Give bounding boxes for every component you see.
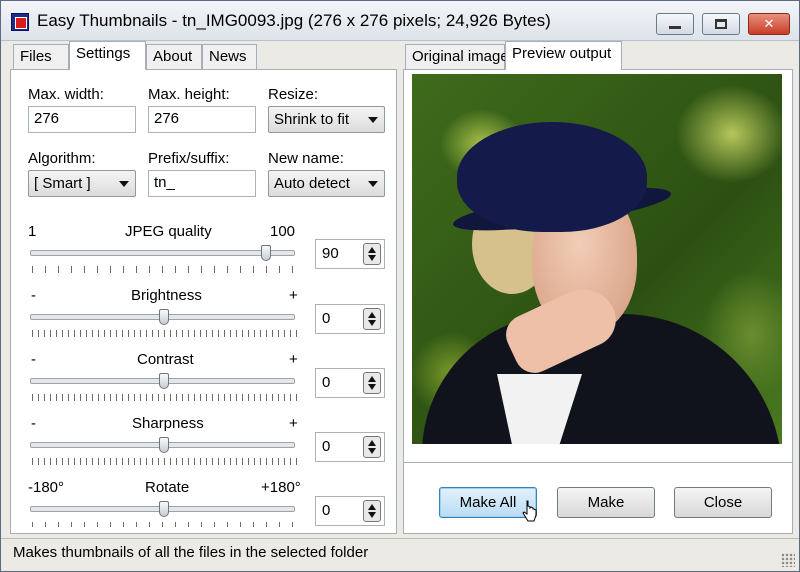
- prefix-label: Prefix/suffix:: [148, 150, 230, 167]
- spinner-arrows-icon[interactable]: [363, 372, 381, 394]
- rotate-max-label: +180°: [261, 479, 301, 496]
- sharpness-thumb[interactable]: [159, 437, 169, 453]
- new-name-label: New name:: [268, 150, 344, 167]
- maximize-icon: [715, 19, 727, 29]
- contrast-thumb[interactable]: [159, 373, 169, 389]
- new-name-select[interactable]: Auto detect: [268, 170, 385, 197]
- app-window: Easy Thumbnails - tn_IMG0093.jpg (276 x …: [0, 0, 800, 572]
- max-width-input[interactable]: 276: [28, 106, 136, 133]
- tab-news[interactable]: News: [202, 44, 257, 69]
- resize-select[interactable]: Shrink to fit: [268, 106, 385, 133]
- resize-grip-icon[interactable]: [781, 553, 795, 567]
- rotate-spinner[interactable]: 0: [315, 496, 385, 526]
- contrast-min-label: -: [31, 351, 36, 368]
- jpeg-quality-label: JPEG quality: [125, 223, 212, 240]
- rotate-label: Rotate: [145, 479, 190, 496]
- preview-panel: Make All Make Close: [403, 69, 793, 534]
- contrast-max-label: +: [289, 351, 298, 368]
- tab-settings[interactable]: Settings: [69, 41, 146, 70]
- rotate-ticks: [32, 522, 297, 527]
- new-name-select-value: Auto detect: [274, 175, 350, 192]
- app-icon: [11, 13, 29, 31]
- window-title: Easy Thumbnails - tn_IMG0093.jpg (276 x …: [37, 11, 551, 30]
- maximize-button[interactable]: [702, 13, 740, 35]
- status-bar: Makes thumbnails of all the files in the…: [1, 538, 799, 571]
- algorithm-label: Algorithm:: [28, 150, 96, 167]
- contrast-spinner[interactable]: 0: [315, 368, 385, 398]
- jpeg-quality-spinner[interactable]: 90: [315, 239, 385, 269]
- brightness-label: Brightness: [131, 287, 202, 304]
- algorithm-select[interactable]: [ Smart ]: [28, 170, 136, 197]
- spinner-arrows-icon[interactable]: [363, 436, 381, 458]
- tab-about[interactable]: About: [146, 44, 202, 69]
- title-bar[interactable]: Easy Thumbnails - tn_IMG0093.jpg (276 x …: [1, 1, 799, 41]
- sharpness-max-label: +: [289, 415, 298, 432]
- spinner-arrows-icon[interactable]: [363, 243, 381, 265]
- contrast-label: Contrast: [137, 351, 194, 368]
- max-height-label: Max. height:: [148, 86, 230, 103]
- jpeg-min-label: 1: [28, 223, 37, 240]
- jpeg-max-label: 100: [270, 223, 296, 240]
- brightness-ticks: [32, 330, 297, 337]
- contrast-ticks: [32, 394, 297, 401]
- chevron-down-icon: [368, 117, 378, 123]
- jpeg-quality-thumb[interactable]: [261, 245, 271, 261]
- settings-panel: Max. width: 276 Max. height: 276 Resize:…: [10, 69, 397, 534]
- sharpness-ticks: [32, 458, 297, 465]
- close-icon: ✕: [763, 16, 775, 31]
- brightness-thumb[interactable]: [159, 309, 169, 325]
- rotate-value: 0: [322, 502, 331, 519]
- brightness-max-label: +: [289, 287, 298, 304]
- spinner-arrows-icon[interactable]: [363, 500, 381, 522]
- algorithm-select-value: [ Smart ]: [34, 175, 91, 192]
- prefix-input[interactable]: tn_: [148, 170, 256, 197]
- sharpness-spinner[interactable]: 0: [315, 432, 385, 462]
- jpeg-quality-value: 90: [322, 245, 339, 262]
- minimize-icon: [669, 26, 681, 29]
- close-window-button[interactable]: ✕: [748, 13, 790, 35]
- jpeg-quality-track[interactable]: [30, 250, 295, 256]
- close-button[interactable]: Close: [674, 487, 772, 518]
- make-button[interactable]: Make: [557, 487, 655, 518]
- mouse-cursor-icon: [522, 500, 537, 522]
- jpeg-quality-ticks: [32, 266, 297, 273]
- rotate-thumb[interactable]: [159, 501, 169, 517]
- sharpness-min-label: -: [31, 415, 36, 432]
- sharpness-value: 0: [322, 438, 331, 455]
- brightness-min-label: -: [31, 287, 36, 304]
- preview-divider: [404, 462, 792, 463]
- contrast-value: 0: [322, 374, 331, 391]
- chevron-down-icon: [119, 181, 129, 187]
- tab-original-image[interactable]: Original image: [405, 44, 509, 69]
- sharpness-label: Sharpness: [132, 415, 204, 432]
- status-text: Makes thumbnails of all the files in the…: [13, 544, 369, 561]
- spinner-arrows-icon[interactable]: [363, 308, 381, 330]
- brightness-spinner[interactable]: 0: [315, 304, 385, 334]
- max-width-label: Max. width:: [28, 86, 104, 103]
- resize-label: Resize:: [268, 86, 319, 103]
- tab-files[interactable]: Files: [13, 44, 69, 69]
- preview-image: [412, 74, 782, 444]
- max-height-input[interactable]: 276: [148, 106, 256, 133]
- brightness-value: 0: [322, 310, 331, 327]
- minimize-button[interactable]: [656, 13, 694, 35]
- resize-select-value: Shrink to fit: [274, 111, 350, 128]
- chevron-down-icon: [368, 181, 378, 187]
- tab-preview-output[interactable]: Preview output: [505, 41, 622, 70]
- rotate-min-label: -180°: [28, 479, 65, 496]
